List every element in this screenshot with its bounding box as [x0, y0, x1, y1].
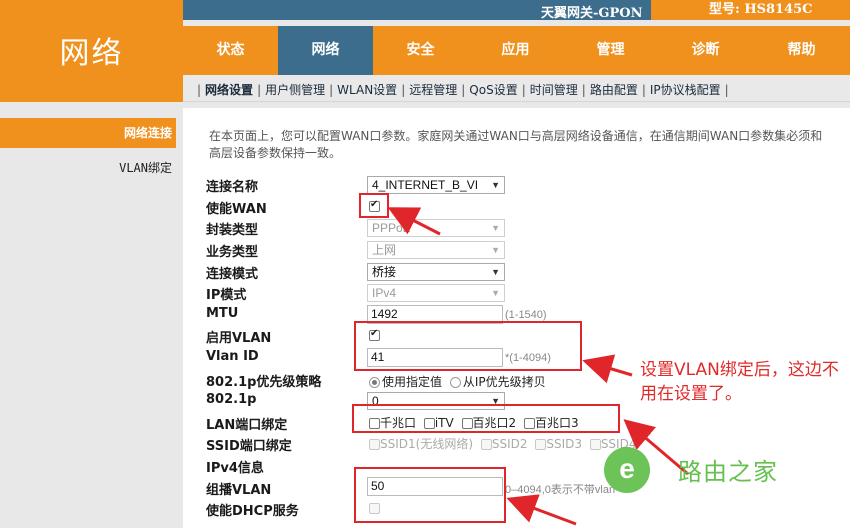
subnav-user-side[interactable]: 用户侧管理 [265, 83, 325, 97]
chevron-down-icon: ▼ [491, 288, 500, 298]
service-select[interactable]: 上网 ▼ [367, 241, 505, 259]
label-enable-wan: 使能WAN [206, 202, 267, 217]
sub-nav-separator: | [521, 83, 526, 97]
ssid3-checkbox[interactable] [535, 439, 547, 450]
nav-management[interactable]: 管理 [563, 26, 658, 75]
subnav-network-settings[interactable]: 网络设置 [205, 83, 253, 97]
model-label: 型号: HS8145C [651, 0, 850, 20]
subnav-routing[interactable]: 路由配置 [590, 83, 638, 97]
priority-copy-label: 从IP优先级拷贝 [462, 375, 546, 389]
conn-name-select[interactable]: 4_INTERNET_B_VI ▼ [367, 176, 505, 194]
intro-text: 在本页面上，您可以配置WAN口参数。家庭网关通过WAN口与高层网络设备通信，在通… [209, 129, 823, 160]
ssid2-checkbox[interactable] [480, 439, 492, 450]
subnav-remote[interactable]: 远程管理 [409, 83, 457, 97]
label-ipv4-info: IPv4信息 [206, 461, 264, 476]
sidebar-item-network-connection[interactable]: 网络连接 [0, 118, 176, 148]
label-mcast-vlan: 组播VLAN [206, 483, 272, 498]
service-value: 上网 [372, 243, 397, 257]
subnav-qos[interactable]: QoS设置 [469, 83, 517, 97]
sub-nav-separator: | [197, 83, 202, 97]
label-service: 业务类型 [206, 245, 259, 260]
conn-mode-select[interactable]: 桥接 ▼ [367, 263, 505, 281]
main-nav: 状态 网络 安全 应用 管理 诊断 帮助 [183, 26, 850, 75]
label-mtu: MTU [206, 306, 239, 321]
priority-specified-radio[interactable] [369, 377, 380, 388]
chevron-down-icon: ▼ [491, 180, 500, 190]
ssid1-checkbox[interactable] [369, 439, 380, 450]
subnav-time[interactable]: 时间管理 [530, 83, 578, 97]
label-encap: 封装类型 [206, 223, 259, 238]
mtu-hint: (1-1540) [505, 309, 547, 321]
ip-mode-value: IPv4 [372, 286, 397, 300]
ssid-port-group: SSID1(无线网络) SSID2 SSID3 SSID4 [369, 435, 640, 452]
label-conn-name: 连接名称 [206, 180, 259, 195]
sub-nav-separator: | [724, 83, 729, 97]
nav-help[interactable]: 帮助 [753, 26, 850, 75]
nav-application[interactable]: 应用 [468, 26, 563, 75]
label-enable-vlan: 启用VLAN [206, 331, 272, 346]
conn-mode-value: 桥接 [372, 265, 397, 279]
ssid-label: SSID1(无线网络) [380, 437, 474, 451]
encap-value: PPPoE [372, 221, 411, 235]
chevron-down-icon: ▼ [491, 223, 500, 233]
watermark-text: 路由之家 [678, 458, 778, 486]
ip-mode-select[interactable]: IPv4 ▼ [367, 284, 505, 302]
label-lan-bind: LAN端口绑定 [206, 418, 288, 433]
label-enable-dhcp: 使能DHCP服务 [206, 504, 299, 519]
label-conn-mode: 连接模式 [206, 267, 259, 282]
chevron-down-icon: ▼ [491, 245, 500, 255]
ssid-label: SSID3 [546, 437, 582, 451]
brand-block: 网络 [0, 0, 183, 102]
label-priority-policy: 802.1p优先级策略 [206, 375, 322, 390]
label-vlan-id: Vlan ID [206, 349, 259, 364]
sidebar-item-vlan-binding[interactable]: VLAN绑定 [0, 159, 176, 176]
highlight-multicast [354, 467, 506, 523]
priority-policy-group: 使用指定值 从IP优先级拷贝 [369, 373, 546, 390]
watermark-logo-icon: e [604, 447, 650, 493]
subnav-wlan[interactable]: WLAN设置 [337, 83, 397, 97]
device-name: 天翼网关-GPON [541, 6, 643, 21]
sub-nav-separator: | [401, 83, 406, 97]
subnav-ip-stack[interactable]: IP协议栈配置 [650, 83, 721, 97]
conn-name-value: 4_INTERNET_B_VI [372, 178, 479, 192]
annotation-note: 设置VLAN绑定后，这边不用在设置了。 [640, 360, 839, 404]
app-root: 网络 天翼网关-GPON 型号: HS8145C 状态 网络 安全 应用 管理 … [0, 0, 850, 528]
nav-security[interactable]: 安全 [373, 26, 468, 75]
highlight-vlan-settings [354, 321, 582, 371]
sub-nav-separator: | [461, 83, 466, 97]
sub-nav-separator: | [581, 83, 586, 97]
sub-nav: | 网络设置 | 用户侧管理 | WLAN设置 | 远程管理 | QoS设置 | 时间管理 | 路由配置 |… [183, 75, 850, 102]
chevron-down-icon: ▼ [491, 267, 500, 277]
priority-copy-radio[interactable] [449, 377, 461, 388]
sub-nav-separator: | [329, 83, 334, 97]
label-ip-mode: IP模式 [206, 288, 247, 303]
label-ssid-bind: SSID端口绑定 [206, 439, 292, 454]
mcast-vlan-hint: 0–4094,0表示不带vlan [505, 484, 616, 496]
section-title: 网络 [59, 36, 124, 71]
sub-nav-separator: | [257, 83, 262, 97]
sub-nav-separator: | [641, 83, 646, 97]
encap-select[interactable]: PPPoE ▼ [367, 219, 505, 237]
ssid4-checkbox[interactable] [589, 439, 601, 450]
label-dot1p: 802.1p [206, 392, 257, 407]
nav-network[interactable]: 网络 [278, 26, 373, 75]
nav-diagnosis[interactable]: 诊断 [658, 26, 753, 75]
highlight-lan-binding [352, 404, 620, 433]
nav-status[interactable]: 状态 [183, 26, 278, 75]
ssid-label: SSID2 [491, 437, 528, 451]
priority-specified-label: 使用指定值 [382, 375, 443, 389]
highlight-enable-wan [359, 193, 389, 218]
